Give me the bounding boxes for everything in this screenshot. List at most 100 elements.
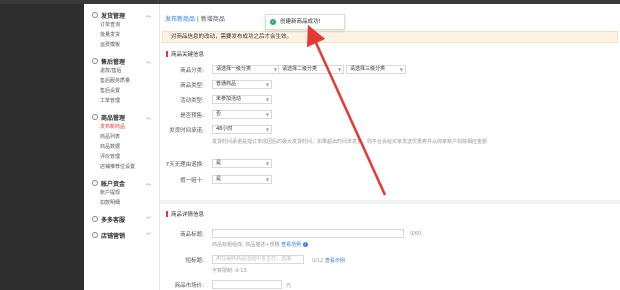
activity-type-select[interactable]: 未参加活动 ▼ — [212, 95, 272, 104]
chevron-down-icon: ▼ — [337, 67, 341, 72]
sidebar-item-orders[interactable]: 订单查询 — [84, 20, 159, 30]
select-value: 是 — [216, 160, 222, 166]
product-type-select[interactable]: 普通商品 ▼ — [212, 80, 272, 89]
category-label: 商品分类: — [180, 68, 204, 74]
category-level3-select[interactable]: 请选择三级分类 ▼ — [346, 65, 406, 74]
ship-time-select[interactable]: 48小时 ▼ — [212, 125, 272, 134]
seven-day-return-label: 7天无理由退换: — [165, 162, 204, 168]
select-value: 请选择一级分类 — [216, 66, 252, 72]
select-value: 普通商品 — [216, 81, 237, 87]
chevron-down-icon: ▼ — [265, 177, 269, 182]
sidebar-group-title[interactable]: 店铺营销 ﹀ — [84, 230, 159, 240]
megaphone-icon — [92, 232, 98, 238]
main-content: 发布新商品 | 新增商品 对商品信息的改动，需要发布成功之后才会生效。 商品关键… — [160, 4, 620, 290]
product-name-input[interactable] — [212, 229, 404, 238]
subtitle-input[interactable]: 用在最终商品活动中去主打，选填 — [212, 255, 304, 264]
presale-label: 是否预售: — [180, 113, 204, 119]
chevron-down-icon: ▼ — [265, 82, 269, 87]
box-icon — [92, 114, 98, 120]
notice-banner: 对商品信息的改动，需要发布成功之后才会生效。 — [162, 31, 618, 43]
subtitle-example-link[interactable]: 查看示例 — [325, 258, 345, 264]
presale-select[interactable]: 否 ▼ — [212, 110, 272, 119]
chevron-down-icon: ▼ — [265, 127, 269, 132]
sidebar-group-title[interactable]: 账户资金 ︿ — [84, 178, 159, 188]
subtitle-count: 0/12 查看示例 — [312, 257, 345, 264]
group-label: 商品管理 — [101, 114, 126, 122]
sidebar-item-new-product[interactable]: 发布新商品 — [84, 122, 159, 132]
group-label: 多多客服 — [101, 216, 126, 224]
sidebar-item-withdraw[interactable]: 账户提现 — [84, 188, 159, 198]
product-name-count: 0/60 — [410, 231, 422, 237]
select-value: 否 — [216, 111, 222, 117]
chevron-up-icon: ︿ — [145, 12, 151, 19]
section-title-key-info: 商品关键信息 — [166, 50, 204, 58]
sidebar-group-title[interactable]: 多多客服 ﹀ — [84, 214, 159, 224]
truck-icon — [92, 12, 98, 18]
category-level2-select[interactable]: 请选择二级分类 ▼ — [278, 65, 344, 74]
chevron-down-icon: ▼ — [273, 67, 277, 72]
sidebar-item-recommend-slot[interactable]: 店铺推荐位设置 — [84, 162, 159, 172]
group-label: 发货管理 — [101, 12, 126, 20]
sidebar-group-title[interactable]: 商品管理 ︿ — [84, 112, 159, 122]
select-value: 请选择二级分类 — [282, 66, 318, 72]
ship-time-label: 发货时间承诺: — [169, 128, 204, 134]
wallet-icon — [92, 180, 98, 186]
group-label: 售后管理 — [101, 58, 126, 66]
ship-time-help: 发货时间承诺是指订单成团后的最大发货时间，如果超出时间未发货，则平台会给买家发送… — [212, 139, 488, 145]
section-title-detail-info: 商品详情信息 — [166, 210, 204, 218]
market-price-label: 商品市场价: — [174, 283, 204, 289]
fake-compensation-label: 假一赔十: — [180, 178, 204, 184]
sidebar-item-product-list[interactable]: 商品列表 — [84, 132, 159, 142]
sidebar-item-product-data[interactable]: 商品数据 — [84, 142, 159, 152]
service-icon — [92, 58, 98, 64]
chevron-up-icon: ︿ — [145, 114, 151, 121]
sidebar-item-deductions[interactable]: 扣款明细 — [84, 198, 159, 208]
section-bar — [166, 51, 168, 57]
sidebar-item-tickets[interactable]: 工单管理 — [84, 96, 159, 106]
sidebar-item-reviews[interactable]: 评价管理 — [84, 152, 159, 162]
sidebar-item-aftersale-settings[interactable]: 售后设置 — [84, 86, 159, 96]
breadcrumb: 发布新商品 | 新增商品 — [165, 14, 225, 23]
sidebar-item-service-quality[interactable]: 售后服务质量 — [84, 76, 159, 86]
chevron-down-icon: ▼ — [265, 112, 269, 117]
sidebar-group-title[interactable]: 售后管理 ︿ — [84, 56, 159, 66]
group-label: 账户资金 — [101, 180, 126, 188]
select-value: 未参加活动 — [216, 96, 242, 102]
sidebar-item-refund[interactable]: 退款/售后 — [84, 66, 159, 76]
product-name-help: 商品标题组成: 商品描述+规格 查看范例 ? — [212, 241, 308, 248]
group-label: 店铺营销 — [101, 232, 126, 240]
chevron-down-icon: ﹀ — [145, 216, 151, 223]
price-unit: 元 — [286, 283, 292, 289]
sidebar-item-batch-ship[interactable]: 批量发货 — [84, 30, 159, 40]
subtitle-help: 字数限制: 9-13 — [212, 268, 247, 274]
example-link[interactable]: 查看范例 — [281, 242, 301, 248]
product-name-label: 商品标题: — [180, 232, 204, 238]
chevron-down-icon: ▼ — [265, 97, 269, 102]
sidebar-group-marketing: 店铺营销 ﹀ — [84, 230, 159, 240]
help-text: 商品标题组成: 商品描述+规格 — [212, 242, 280, 248]
question-icon[interactable]: ? — [302, 242, 308, 247]
chevron-down-icon: ﹀ — [145, 232, 151, 239]
select-value: 48小时 — [216, 126, 233, 132]
sidebar-group-shipping: 发货管理 ︿ 订单查询 批量发货 运费模板 — [84, 10, 159, 50]
seven-day-return-select[interactable]: 是 ▼ — [212, 159, 272, 168]
headset-icon — [92, 216, 98, 222]
sidebar: 发货管理 ︿ 订单查询 批量发货 运费模板 售后管理 ︿ 退款/售后 售后服务质量 … — [84, 4, 160, 290]
section-divider — [160, 200, 620, 204]
fake-compensation-select[interactable]: 是 ▼ — [212, 175, 272, 184]
sidebar-group-funds: 账户资金 ︿ 账户提现 扣款明细 — [84, 178, 159, 208]
category-level1-select[interactable]: 请选择一级分类 ▼ — [212, 65, 280, 74]
sidebar-item-freight-template[interactable]: 运费模板 — [84, 40, 159, 50]
type-label: 商品类型: — [180, 83, 204, 89]
count-text: 0/12 — [312, 258, 324, 264]
subtitle-label: 短标题: — [185, 258, 204, 264]
section-title-text: 商品关键信息 — [171, 52, 205, 58]
success-toast: ✓ 创建新商品成功! — [265, 14, 345, 30]
chevron-down-icon: ▼ — [265, 161, 269, 166]
select-value: 是 — [216, 176, 222, 182]
sidebar-group-aftersale: 售后管理 ︿ 退款/售后 售后服务质量 售后设置 工单管理 — [84, 56, 159, 106]
breadcrumb-link[interactable]: 发布新商品 — [165, 16, 195, 23]
market-price-input[interactable] — [212, 280, 282, 289]
sidebar-group-title[interactable]: 发货管理 ︿ — [84, 10, 159, 20]
activity-label: 活动类型: — [180, 98, 204, 104]
